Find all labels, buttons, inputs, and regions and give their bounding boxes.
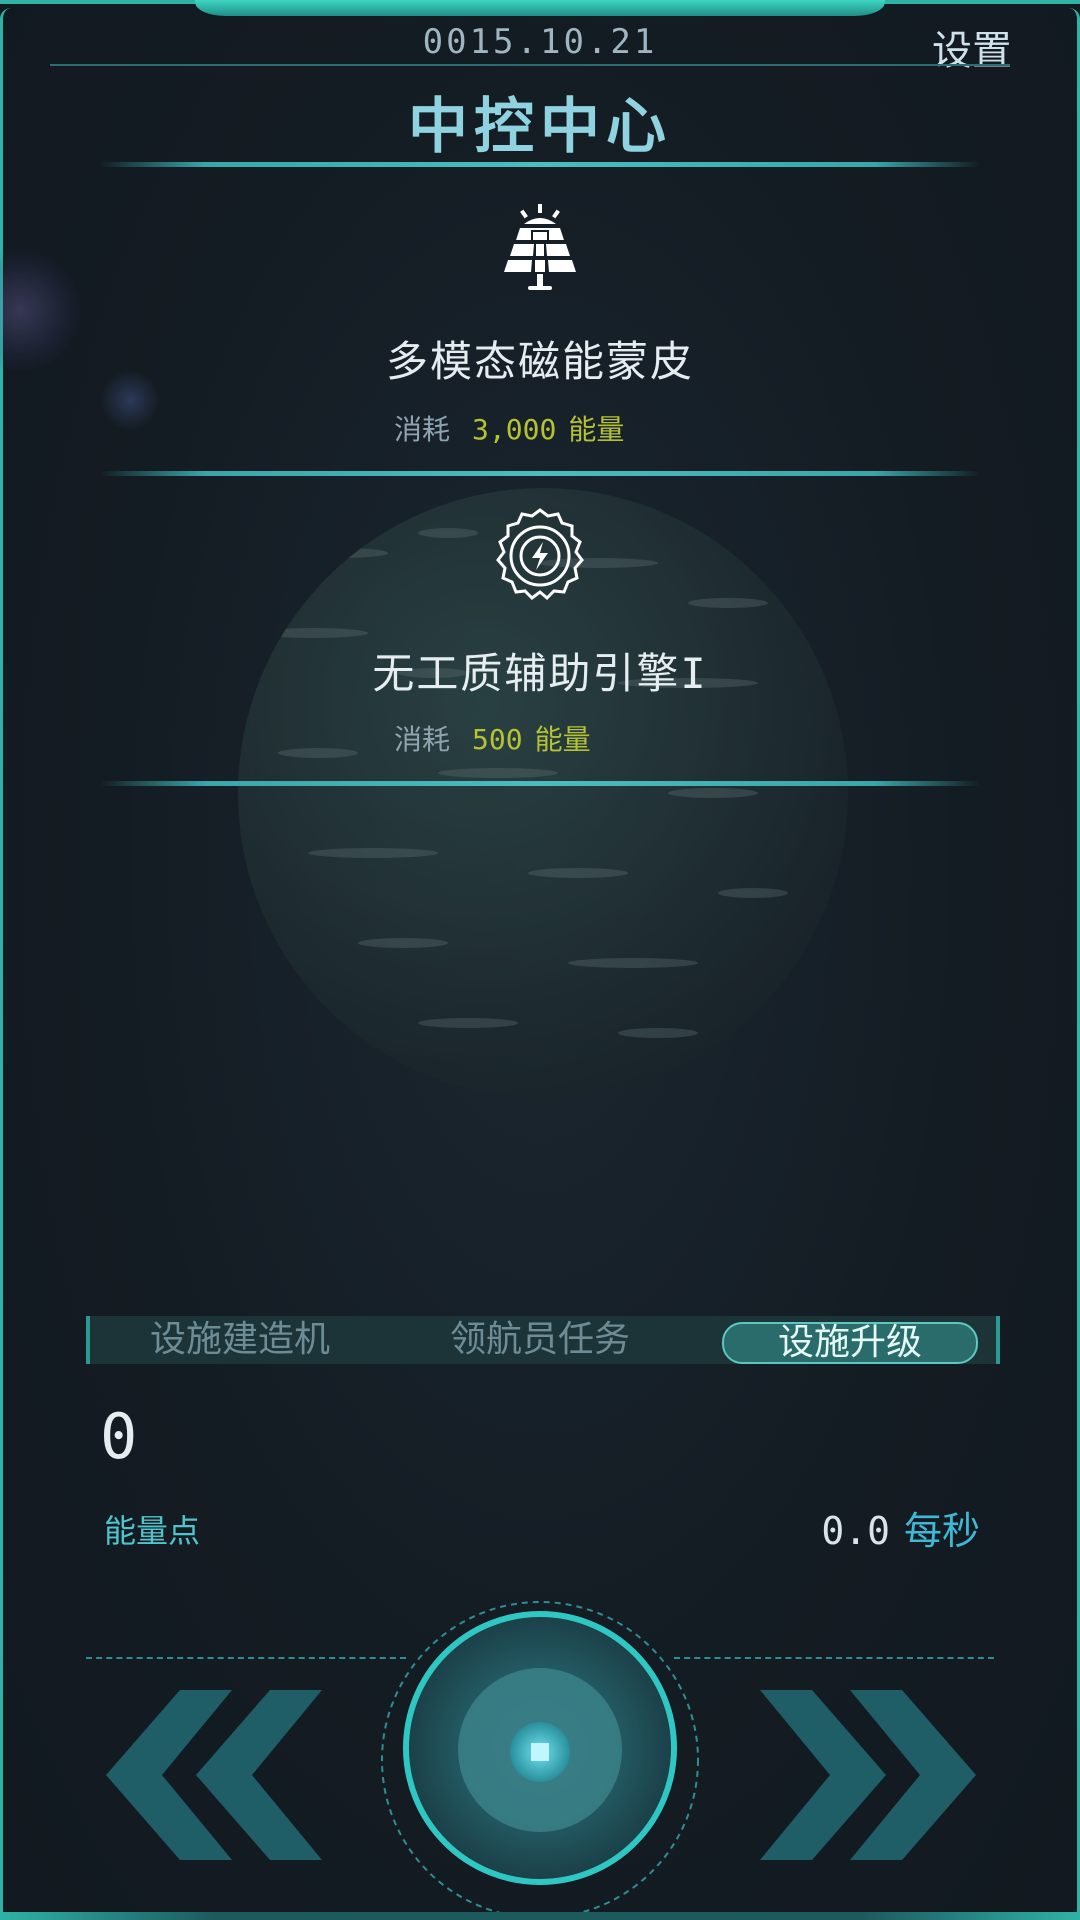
energy-points-value: 0 (100, 1400, 138, 1473)
header-rule (50, 64, 1010, 66)
double-chevron-right-icon[interactable] (742, 1690, 982, 1860)
cost-label: 消耗 (394, 723, 451, 756)
energy-points-label: 能量点 (104, 1512, 201, 1550)
divider (100, 162, 980, 167)
game-date: 0015.10.21 (422, 22, 658, 62)
tab-navigator-missions[interactable]: 领航员任务 (420, 1316, 660, 1364)
tab-facility-builder[interactable]: 设施建造机 (120, 1316, 360, 1364)
center-control-button[interactable] (380, 1600, 700, 1920)
top-frame-bar (195, 0, 885, 16)
gear-lightning-icon (496, 508, 584, 601)
cost-label: 消耗 (394, 413, 451, 446)
cost-value: 500 (472, 723, 523, 756)
upgrade-name: 多模态磁能蒙皮 (385, 337, 694, 386)
right-frame-edge (1069, 8, 1080, 1920)
settings-button[interactable]: 设置 (932, 18, 1012, 76)
solar-panel-icon (504, 204, 576, 290)
divider (100, 471, 980, 476)
energy-rate: 0.0 每秒 (821, 1500, 980, 1555)
page-title: 中控中心 (408, 92, 672, 162)
upgrade-name: 无工质辅助引擎I (372, 649, 708, 698)
cost-value: 3,000 (472, 413, 557, 446)
control-dash-line (674, 1657, 994, 1659)
upgrade-cost: 消耗 500 能量 (394, 718, 591, 758)
cost-unit: 能量 (534, 723, 591, 756)
stop-icon (531, 1743, 549, 1761)
divider (100, 781, 980, 786)
game-screen: 0015.10.21 设置 中控中心 多模态磁能蒙皮 消耗 3,000 能量 无… (0, 0, 1080, 1920)
bottom-frame-line (0, 1912, 1080, 1920)
cost-unit: 能量 (568, 413, 625, 446)
control-dash-line (86, 1657, 406, 1659)
tab-facility-upgrade[interactable]: 设施升级 (722, 1322, 978, 1364)
tab-bar: 设施建造机 领航员任务 设施升级 (86, 1316, 1000, 1364)
rate-value: 0.0 (821, 1509, 890, 1553)
double-chevron-left-icon[interactable] (100, 1690, 340, 1860)
upgrade-cost: 消耗 3,000 能量 (394, 408, 624, 448)
rate-unit: 每秒 (903, 1509, 980, 1553)
